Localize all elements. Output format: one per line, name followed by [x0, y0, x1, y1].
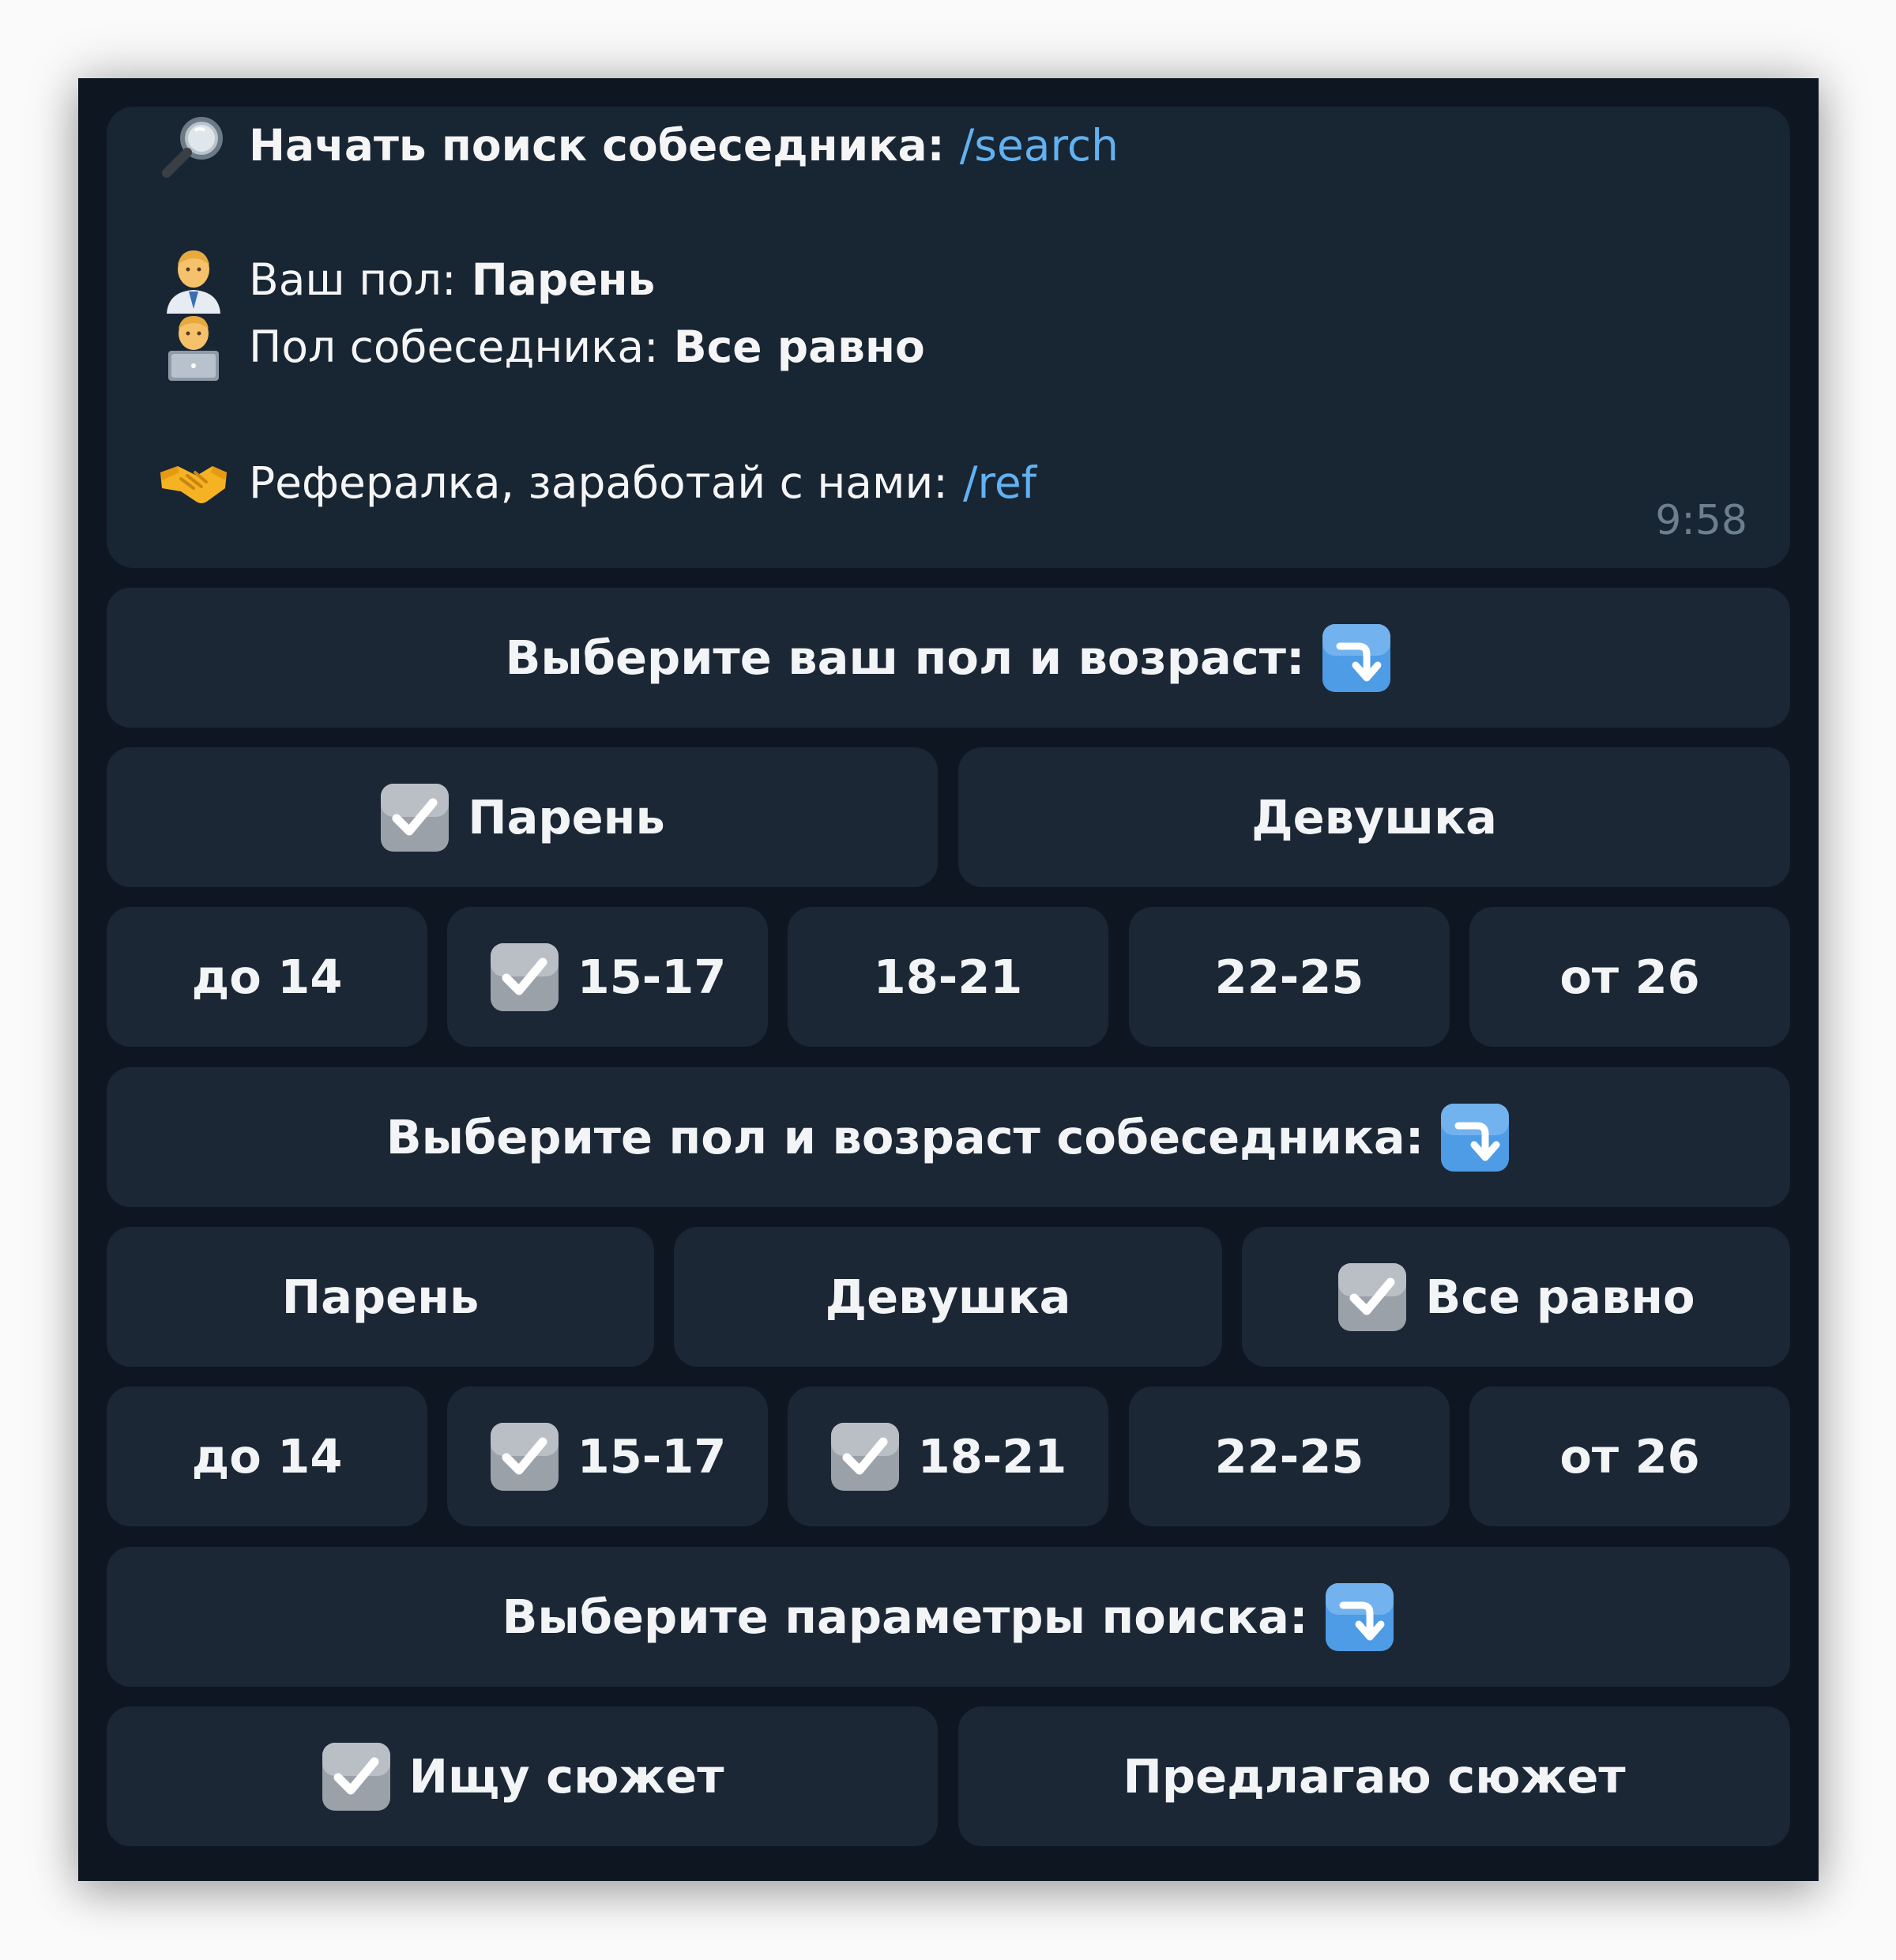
button-label: Все равно [1425, 1270, 1695, 1324]
man-technologist-icon [157, 313, 230, 381]
arrow-down-right-icon [1324, 1582, 1395, 1653]
partner-gender-any-button[interactable]: Все равно [1242, 1227, 1790, 1367]
looking-for-plot-button[interactable]: Ищу сюжет [107, 1706, 938, 1846]
button-label: до 14 [191, 1429, 343, 1484]
man-office-worker-icon [157, 246, 230, 314]
header-label: Выберите параметры поиска: [502, 1589, 1308, 1644]
partner-age-22-25-button[interactable]: 22-25 [1129, 1386, 1450, 1526]
referral-label: Рефералка, заработай с нами: [249, 457, 948, 508]
bot-message-bubble: Начать поиск собеседника: /search Ваш по… [107, 107, 1790, 568]
partner-age-15-17-button[interactable]: 15-17 [447, 1386, 768, 1526]
button-label: 22-25 [1214, 950, 1364, 1004]
check-mark-icon [321, 1741, 392, 1812]
partner-gender-male-button[interactable]: Парень [107, 1227, 654, 1367]
your-gender-label: Ваш пол: [249, 254, 457, 305]
your-age-under-14-button[interactable]: до 14 [107, 907, 427, 1047]
your-gender-male-button[interactable]: Парень [107, 747, 938, 887]
chat-window: Начать поиск собеседника: /search Ваш по… [78, 78, 1819, 1881]
button-label: Ищу сюжет [408, 1749, 724, 1804]
your-gender-line: Ваш пол: Парень [157, 246, 655, 314]
partner-gender-age-header: Выберите пол и возраст собеседника: [107, 1067, 1790, 1207]
button-label: Предлагаю сюжет [1123, 1749, 1626, 1804]
check-mark-icon [489, 1421, 560, 1492]
button-label: Девушка [1251, 790, 1497, 845]
arrow-down-right-icon [1321, 623, 1392, 694]
referral-line: Рефералка, заработай с нами: /ref [157, 449, 1036, 517]
button-label: до 14 [191, 950, 343, 1004]
check-mark-icon [1337, 1262, 1408, 1333]
your-age-15-17-button[interactable]: 15-17 [447, 907, 768, 1047]
your-age-over-26-button[interactable]: от 26 [1469, 907, 1790, 1047]
button-label: 15-17 [577, 950, 727, 1004]
your-age-18-21-button[interactable]: 18-21 [788, 907, 1108, 1047]
offer-plot-button[interactable]: Предлагаю сюжет [958, 1706, 1790, 1846]
button-label: Парень [468, 790, 665, 845]
header-label: Выберите пол и возраст собеседника: [386, 1110, 1424, 1164]
search-command-link[interactable]: /search [960, 120, 1119, 171]
button-label: 18-21 [873, 950, 1023, 1004]
search-label: Начать поиск собеседника: [249, 120, 945, 171]
button-label: 18-21 [917, 1429, 1067, 1484]
check-mark-icon [489, 942, 560, 1013]
your-gender-age-header: Выберите ваш пол и возраст: [107, 588, 1790, 728]
your-gender-value: Парень [471, 254, 656, 305]
your-gender-female-button[interactable]: Девушка [958, 747, 1790, 887]
partner-gender-line: Пол собеседника: Все равно [157, 313, 925, 381]
partner-age-under-14-button[interactable]: до 14 [107, 1386, 427, 1526]
button-label: от 26 [1559, 950, 1700, 1004]
check-mark-icon [830, 1421, 901, 1492]
header-label: Выберите ваш пол и возраст: [505, 630, 1305, 685]
button-label: Парень [281, 1270, 480, 1324]
button-label: 22-25 [1214, 1429, 1364, 1484]
your-age-22-25-button[interactable]: 22-25 [1129, 907, 1450, 1047]
partner-age-18-21-button[interactable]: 18-21 [788, 1386, 1108, 1526]
partner-gender-female-button[interactable]: Девушка [674, 1227, 1222, 1367]
magnifying-glass-icon [157, 111, 230, 179]
handshake-icon [157, 449, 230, 517]
button-label: 15-17 [577, 1429, 727, 1484]
arrow-down-right-icon [1439, 1102, 1510, 1173]
referral-command-link[interactable]: /ref [963, 457, 1036, 508]
partner-gender-label: Пол собеседника: [249, 322, 659, 372]
search-line: Начать поиск собеседника: /search [157, 111, 1119, 179]
partner-gender-value: Все равно [673, 322, 925, 372]
search-params-header: Выберите параметры поиска: [107, 1547, 1790, 1687]
button-label: от 26 [1559, 1429, 1700, 1484]
partner-age-over-26-button[interactable]: от 26 [1469, 1386, 1790, 1526]
button-label: Девушка [825, 1270, 1071, 1324]
check-mark-icon [379, 782, 450, 853]
message-timestamp: 9:58 [1655, 497, 1747, 544]
